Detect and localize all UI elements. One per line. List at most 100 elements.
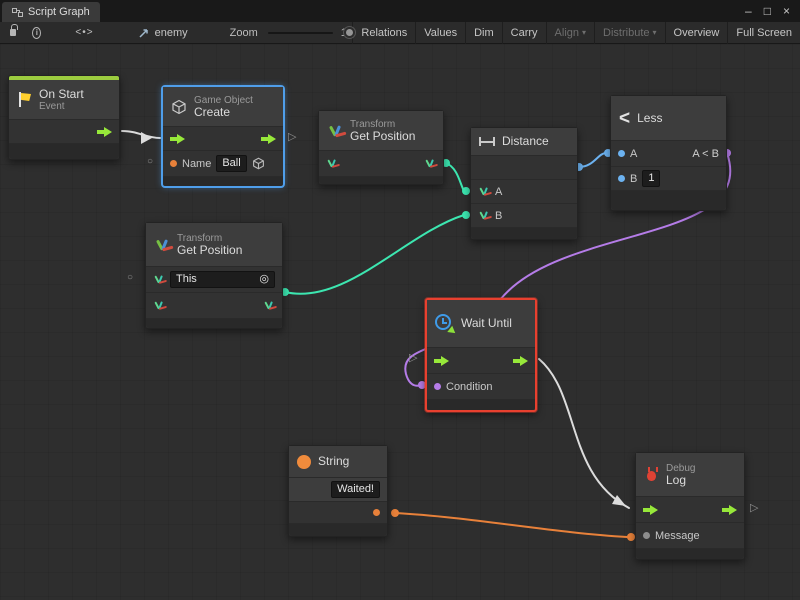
input-b-label: B bbox=[630, 173, 637, 185]
flow-input-port[interactable] bbox=[643, 505, 658, 515]
port-dot[interactable] bbox=[627, 533, 635, 541]
dim-button[interactable]: Dim bbox=[465, 22, 502, 44]
zoom-slider-knob[interactable] bbox=[344, 27, 355, 38]
condition-row: Condition bbox=[427, 374, 535, 400]
port-dot[interactable] bbox=[391, 509, 399, 517]
flow-output-port[interactable] bbox=[722, 505, 737, 515]
chevron-down-icon: ▾ bbox=[582, 28, 586, 37]
close-icon[interactable]: × bbox=[783, 0, 790, 22]
node-get-position-2[interactable]: Transform Get Position This ◎ bbox=[145, 222, 283, 329]
node-footer bbox=[9, 144, 119, 159]
maximize-icon[interactable]: □ bbox=[764, 0, 771, 22]
node-wait-until[interactable]: Wait Until Condition bbox=[425, 298, 537, 412]
align-button[interactable]: Align▾ bbox=[546, 22, 594, 44]
node-title: Distance bbox=[502, 135, 549, 148]
vector3-output-icon[interactable] bbox=[424, 158, 436, 170]
node-on-start[interactable]: On Start Event bbox=[8, 75, 120, 160]
string-output-dot[interactable] bbox=[373, 509, 380, 516]
node-get-position-1[interactable]: Transform Get Position bbox=[318, 110, 444, 185]
distribute-button[interactable]: Distribute▾ bbox=[594, 22, 664, 44]
fullscreen-button[interactable]: Full Screen bbox=[727, 22, 800, 44]
message-port-dot[interactable] bbox=[643, 532, 650, 539]
wire-waituntil-to-log[interactable] bbox=[539, 359, 629, 508]
node-subtitle: Event bbox=[39, 101, 84, 112]
minimize-icon[interactable]: – bbox=[745, 0, 752, 22]
info-icon[interactable]: i bbox=[32, 27, 41, 39]
wire-getposition2-to-distance-b[interactable] bbox=[285, 215, 464, 294]
lock-icon[interactable] bbox=[10, 29, 16, 36]
wire-distance-to-less[interactable] bbox=[579, 153, 606, 167]
b-value-field[interactable]: 1 bbox=[642, 170, 660, 187]
node-header: Transform Get Position bbox=[319, 111, 443, 151]
wire-getposition-to-distance-a[interactable] bbox=[446, 163, 464, 191]
float-port-dot[interactable] bbox=[618, 150, 625, 157]
node-header: Wait Until bbox=[427, 300, 535, 348]
overview-button[interactable]: Overview bbox=[665, 22, 728, 44]
tab-script-graph[interactable]: Script Graph bbox=[2, 2, 100, 22]
transform-icon-small[interactable] bbox=[153, 300, 165, 312]
flow-input-port[interactable] bbox=[434, 356, 449, 366]
node-category: Game Object bbox=[194, 95, 253, 106]
game-object-picker-icon[interactable] bbox=[252, 157, 265, 170]
node-header: Distance bbox=[471, 128, 577, 156]
input-b-row: B 1 bbox=[611, 167, 726, 191]
message-row: Message bbox=[636, 523, 744, 549]
zoom-slider[interactable] bbox=[268, 32, 333, 34]
transform-icon bbox=[154, 237, 170, 253]
bool-port-dot[interactable] bbox=[434, 383, 441, 390]
unconnected-flow-marker[interactable]: ▷ bbox=[750, 503, 758, 514]
name-field[interactable]: Ball bbox=[216, 155, 246, 172]
input-a-label: A bbox=[495, 186, 502, 198]
output-row bbox=[471, 156, 577, 180]
node-footer bbox=[289, 524, 387, 536]
target-field[interactable]: This ◎ bbox=[170, 271, 275, 288]
node-header: String bbox=[289, 446, 387, 478]
unconnected-flow-marker[interactable]: ▷ bbox=[409, 353, 417, 364]
graph-canvas[interactable]: On Start Event Game Object Create bbox=[0, 44, 800, 600]
string-port-dot[interactable] bbox=[170, 160, 177, 167]
name-row: Name Ball bbox=[163, 151, 283, 177]
unconnected-flow-marker[interactable]: ▷ bbox=[288, 132, 296, 143]
input-a-row: A bbox=[471, 180, 577, 204]
transform-input-icon[interactable] bbox=[153, 274, 165, 286]
node-less[interactable]: < Less A A < B B 1 bbox=[610, 95, 727, 211]
flow-output-port[interactable] bbox=[97, 127, 112, 137]
float-port-dot[interactable] bbox=[618, 175, 625, 182]
port-dot[interactable] bbox=[462, 187, 470, 195]
flow-output-port[interactable] bbox=[513, 356, 528, 366]
flow-input-port[interactable] bbox=[170, 134, 185, 144]
string-value-field[interactable]: Waited! bbox=[331, 481, 380, 498]
vector3-output-icon[interactable] bbox=[263, 300, 275, 312]
port-row bbox=[146, 293, 282, 319]
node-debug-log[interactable]: Debug Log Message bbox=[635, 452, 745, 560]
node-distance[interactable]: Distance A B bbox=[470, 127, 578, 240]
zoom-label: Zoom bbox=[230, 27, 258, 39]
node-string[interactable]: String Waited! bbox=[288, 445, 388, 537]
flow-output-port[interactable] bbox=[261, 134, 276, 144]
object-picker-icon[interactable]: ◎ bbox=[259, 273, 269, 286]
node-footer bbox=[611, 191, 726, 210]
graph-name[interactable]: enemy bbox=[138, 27, 188, 39]
carry-button[interactable]: Carry bbox=[502, 22, 546, 44]
flow-row bbox=[636, 497, 744, 523]
relations-button[interactable]: Relations bbox=[352, 22, 415, 44]
output-row bbox=[289, 502, 387, 524]
wire-onstart-to-create[interactable] bbox=[122, 131, 160, 138]
wait-clock-icon bbox=[435, 314, 454, 333]
unconnected-port-marker[interactable]: ○ bbox=[127, 273, 133, 283]
unconnected-port-marker[interactable]: ○ bbox=[147, 157, 153, 167]
target-row: This ◎ bbox=[146, 267, 282, 293]
node-create[interactable]: Game Object Create Name Ball bbox=[162, 86, 284, 187]
transform-input-icon[interactable] bbox=[326, 158, 338, 170]
string-icon bbox=[297, 455, 311, 469]
name-label: Name bbox=[182, 158, 211, 170]
edit-script-icon[interactable]: <•> bbox=[75, 27, 93, 38]
node-header: Debug Log bbox=[636, 453, 744, 497]
port-dot[interactable] bbox=[462, 211, 470, 219]
node-category: Transform bbox=[350, 119, 415, 130]
bug-icon bbox=[644, 467, 659, 482]
vector3-port-icon[interactable] bbox=[478, 186, 490, 198]
vector3-port-icon[interactable] bbox=[478, 210, 490, 222]
values-button[interactable]: Values bbox=[415, 22, 465, 44]
wire-string-to-log-message[interactable] bbox=[395, 513, 627, 537]
